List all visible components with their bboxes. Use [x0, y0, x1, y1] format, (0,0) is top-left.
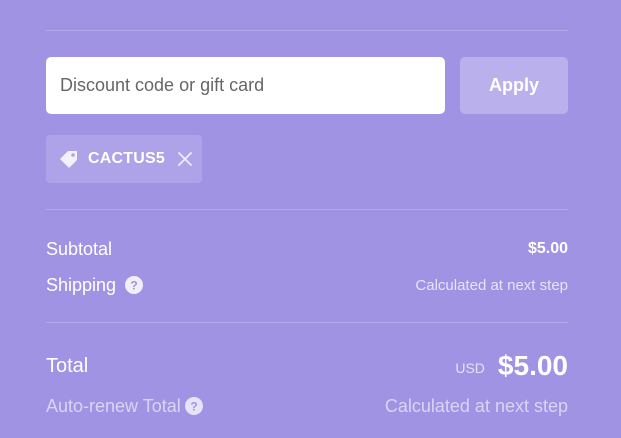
subtotal-value: $5.00 — [527, 240, 568, 257]
svg-text:?: ? — [190, 400, 197, 414]
currency-code: USD — [455, 360, 485, 376]
shipping-label: Shipping — [46, 274, 117, 295]
apply-button[interactable]: Apply — [460, 57, 568, 114]
autorenew-row: Auto-renew Total ? Calculated at next st… — [46, 395, 568, 417]
shipping-value: Calculated at next step — [415, 276, 568, 294]
applied-discount-tag: CACTUS5 — [46, 135, 202, 183]
discount-code-input[interactable] — [46, 57, 445, 114]
total-row: Total USD $5.00 — [46, 349, 568, 383]
middle-divider — [46, 209, 568, 210]
autorenew-label: Auto-renew Total — [46, 395, 181, 416]
close-icon[interactable] — [177, 151, 193, 167]
total-amount: $5.00 — [497, 350, 568, 381]
discount-row: Apply — [46, 57, 568, 114]
total-amount-group: USD $5.00 — [455, 350, 568, 382]
shipping-row: Shipping ? Calculated at next step — [46, 274, 568, 296]
svg-text:?: ? — [130, 279, 137, 293]
autorenew-label-group: Auto-renew Total ? — [46, 396, 203, 417]
top-divider — [46, 30, 568, 31]
subtotal-label: Subtotal — [46, 238, 113, 259]
shipping-label-group: Shipping ? — [46, 274, 144, 296]
help-icon[interactable]: ? — [125, 276, 144, 294]
applied-code-label: CACTUS5 — [88, 150, 165, 167]
tag-icon — [58, 148, 80, 170]
total-label: Total — [46, 354, 89, 377]
lower-divider — [46, 322, 568, 323]
subtotal-row: Subtotal $5.00 — [46, 238, 568, 260]
help-icon[interactable]: ? — [184, 397, 203, 415]
autorenew-value: Calculated at next step — [384, 395, 568, 416]
